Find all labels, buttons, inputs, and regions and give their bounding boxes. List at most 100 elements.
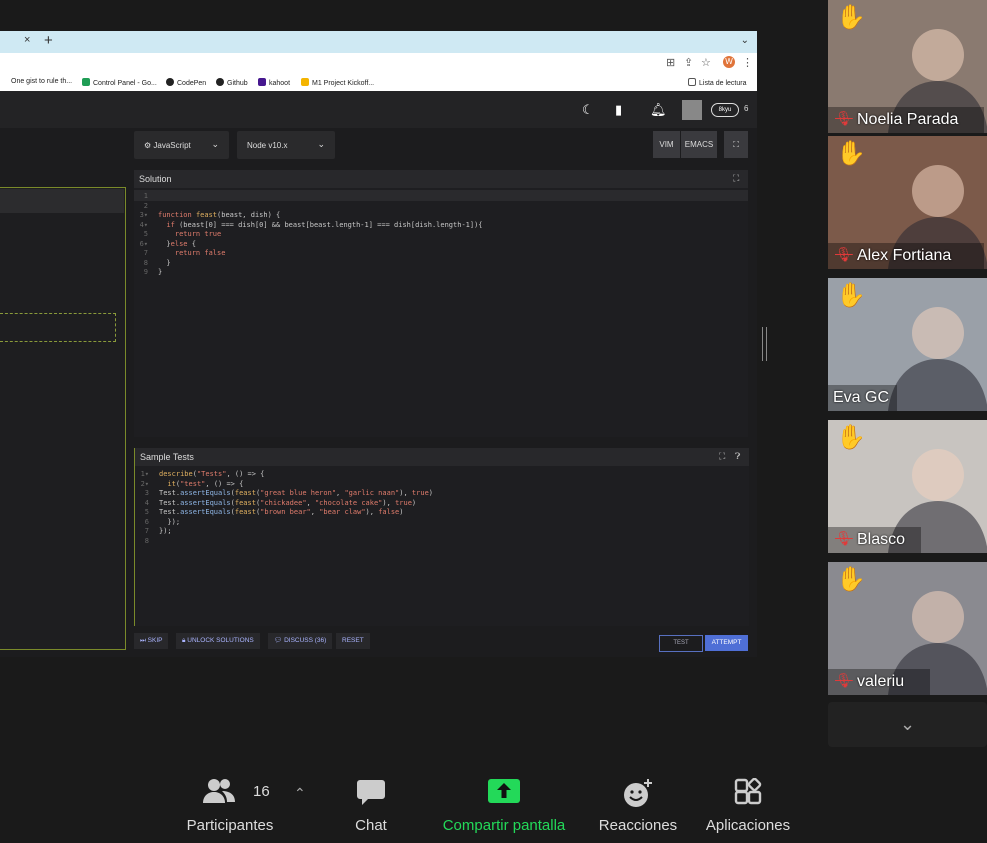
participants-button[interactable]: 16 Participantes [175,757,285,843]
code-line: 2▾ it("test", () => { [135,480,749,490]
unlock-solutions-button[interactable]: 🔒︎ UNLOCK SOLUTIONS [176,633,260,649]
help-icon[interactable]: ❓︎ [735,451,740,462]
expand-icon[interactable]: ⛶ [719,451,725,462]
tab-search-chevron-icon[interactable]: ⌄ [741,35,749,46]
participant-name: valeriu [857,673,905,690]
participant-tile[interactable]: ✋ Eva GC [828,278,987,411]
line-number: 3▾ [139,211,148,219]
bookmarks-icon[interactable]: ▮ [615,102,622,118]
code-line: 8 } [134,259,748,269]
solution-editor[interactable]: 1 2 3▾ function feast(beast, dish) {4▾ if (… [134,192,748,278]
share-screen-icon [488,779,520,803]
skip-button[interactable]: ⏭ SKIP [134,633,169,649]
notifications-bell-icon[interactable]: 🔔︎ [650,102,667,118]
share-screen-button[interactable]: Compartir pantalla [432,757,576,843]
code-text: }); [159,527,172,535]
sample-tests-panel: Sample Tests ⛶ ❓︎ 1▾ describe("Tests", ()… [134,448,749,626]
line-number: 3 [144,489,149,497]
code-line: 7}); [135,527,749,537]
participants-label: Participantes [186,817,274,834]
test-button[interactable]: TEST [659,635,703,652]
translate-icon[interactable]: ⊞ [666,56,675,69]
discuss-icon: 💬︎ [274,637,285,644]
line-number: 1▾ [140,470,149,478]
bookmark-item[interactable]: kahoot [258,78,290,87]
language-select[interactable]: ⚙ JavaScript ⌄ [134,131,229,159]
close-tab-icon[interactable]: × [24,34,30,46]
raised-hand-icon: ✋ [836,140,866,167]
code-line: 1 [134,192,748,202]
profile-avatar[interactable]: W [723,56,735,68]
user-avatar[interactable] [682,100,702,120]
bookmark-star-icon[interactable]: ☆ [701,56,711,69]
reactions-button[interactable]: Reacciones [590,757,686,843]
code-line: 6▾ }else { [134,240,748,250]
rank-badge[interactable]: 8kyu [711,103,739,117]
expand-icon[interactable]: ⛶ [733,173,739,184]
code-text: }); [159,517,181,526]
line-number: 2▾ [140,479,149,488]
code-text: } [158,258,171,267]
attempt-button[interactable]: ATTEMPT [705,635,748,651]
fullscreen-icon[interactable]: ⛶ [724,131,748,158]
bookmark-item[interactable]: CodePen [166,78,206,87]
address-bar[interactable]: ⊞ ⇪ ☆ W ⋮ [0,53,757,73]
participant-tile[interactable]: ✋ 🎙︎ Alex Fortiana [828,136,987,269]
dark-mode-moon-icon[interactable]: ☾ [582,102,594,118]
new-tab-button[interactable]: + [44,32,53,49]
apps-button[interactable]: Aplicaciones [698,757,798,843]
code-line: 9} [134,268,748,278]
tests-editor[interactable]: 1▾ describe("Tests", () => {2▾ it("test",… [135,470,749,546]
code-line: 2 [134,202,748,212]
solution-panel: Solution ⛶ 1 2 3▾ function feast(beast, dis… [134,170,748,437]
reading-list[interactable]: Lista de lectura [688,78,746,87]
participant-name: Noelia Parada [857,111,959,128]
panel-splitter-handle[interactable] [762,327,767,361]
raised-hand-icon: ✋ [836,566,866,593]
muted-mic-icon: 🎙︎ [835,246,853,262]
bookmark-item[interactable]: One gist to rule th... [11,78,72,85]
version-select[interactable]: Node v10.x ⌄ [237,131,335,159]
code-line: 1▾ describe("Tests", () => { [135,470,749,480]
muted-mic-icon: 🎙︎ [835,110,853,126]
scroll-down-chevron-icon[interactable]: ⌄ [828,702,987,747]
line-number: 7 [144,527,149,535]
participant-tile[interactable]: ✋ 🎙︎ Noelia Parada [828,0,987,133]
participant-tile[interactable]: ✋ 🎙︎ Blasco [828,420,987,553]
kahoot-icon [258,78,266,86]
participant-tile[interactable]: ✋ 🎙︎ valeriu [828,562,987,695]
instructions-header [0,189,124,213]
line-number: 6 [144,517,149,526]
participant-name: Blasco [857,531,906,548]
line-number: 4▾ [139,220,148,229]
code-line: 5 return true [134,230,748,240]
reset-button[interactable]: RESET [336,633,370,649]
line-number: 8 [143,258,148,267]
participants-count: 16 [253,783,270,800]
language-gear-icon: ⚙ [144,141,154,150]
line-number: 1 [143,192,148,200]
bookmarks-bar: One gist to rule th... Control Panel - G… [0,72,757,92]
emacs-mode-button[interactable]: EMACS [681,131,717,158]
menu-icon[interactable]: ⋮ [742,56,753,69]
bookmark-item[interactable]: Control Panel - Go... [82,78,157,87]
line-number: 4 [144,498,149,507]
bookmark-item[interactable]: M1 Project Kickoff... [301,78,374,87]
raised-hand-icon: ✋ [836,4,866,31]
share-icon[interactable]: ⇪ [684,56,693,69]
line-number: 9 [143,268,148,276]
raised-hand-icon: ✋ [836,282,866,309]
codewars-navbar: ☾ ▮ 🔔︎ 8kyu 6 [0,91,757,128]
chat-button[interactable]: Chat [336,757,406,843]
solution-title-bar: Solution [134,170,748,188]
skip-icon: ⏭ [140,637,148,644]
line-number: 5 [143,230,148,238]
vim-mode-button[interactable]: VIM [653,131,680,158]
code-text: Test.assertEquals(feast("great blue hero… [159,489,433,497]
participants-caret-up-icon[interactable]: ⌃ [294,785,306,802]
muted-mic-icon: 🎙︎ [835,530,853,546]
bookmark-item[interactable]: Github [216,78,248,87]
code-line: 4▾ if (beast[0] === dish[0] && beast[bea… [134,221,748,231]
discuss-button[interactable]: 💬︎ DISCUSS (36) [268,633,333,649]
shared-screen: × + ⌄ ⊞ ⇪ ☆ W ⋮ One gist to rule th... C… [0,31,757,657]
